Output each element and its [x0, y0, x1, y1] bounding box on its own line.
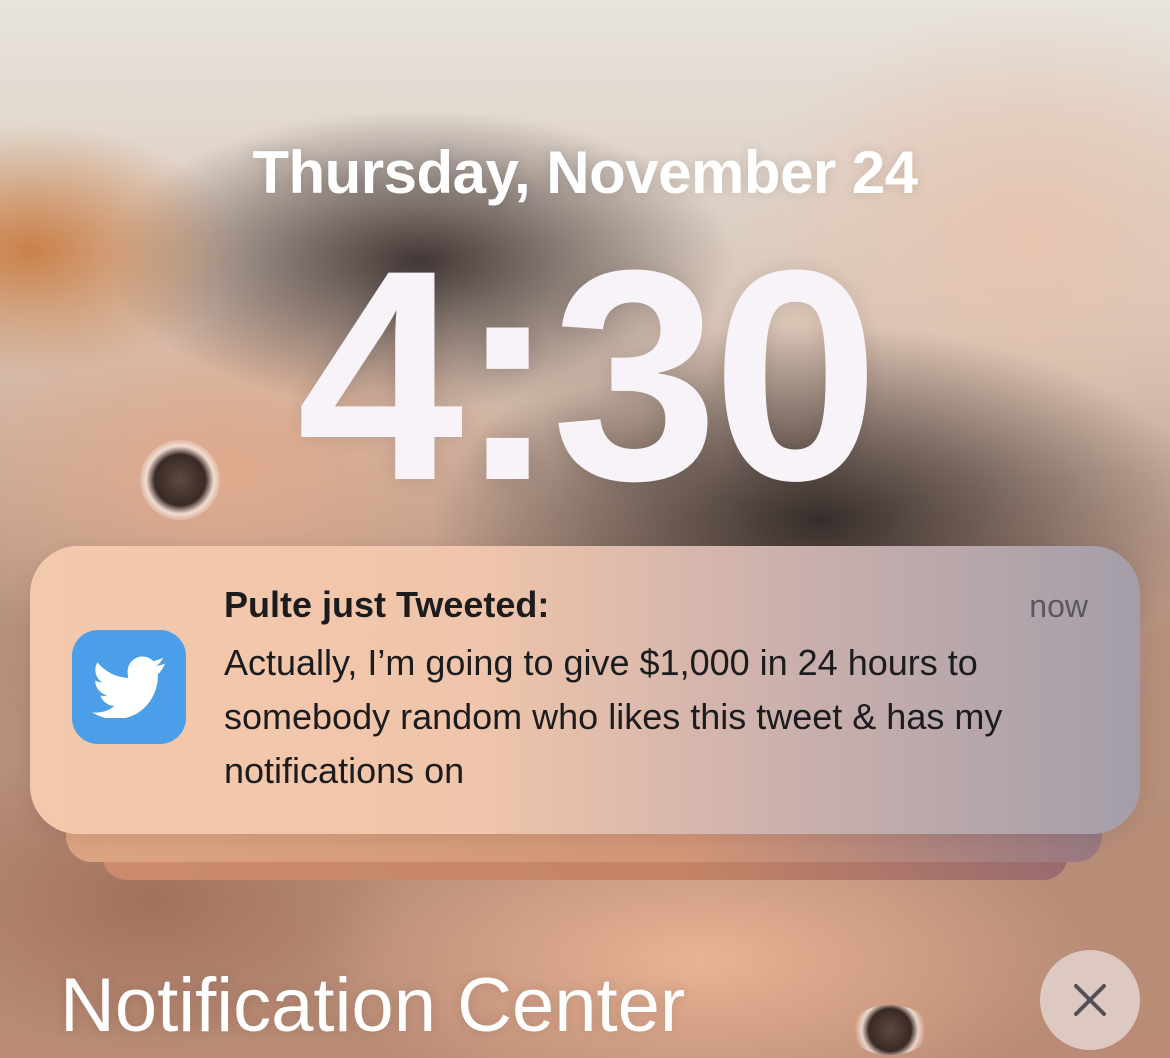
- lock-screen-date: Thursday, November 24: [252, 139, 918, 206]
- lock-screen-time: 4:30: [296, 207, 879, 543]
- twitter-bird-icon: [72, 630, 186, 744]
- notification-timestamp: now: [1029, 588, 1088, 624]
- wallpaper-eye-bottom: [850, 1005, 930, 1055]
- notification-title: Pulte just Tweeted:: [224, 584, 550, 625]
- close-icon: [1074, 984, 1106, 1016]
- clear-notifications-button[interactable]: [1040, 950, 1140, 1050]
- twitter-notification[interactable]: Pulte just Tweeted: now Actually, I’m go…: [30, 546, 1140, 834]
- notification-center-label: Notification Center: [60, 963, 686, 1048]
- notification-body: Actually, I’m going to give $1,000 in 24…: [224, 642, 1003, 791]
